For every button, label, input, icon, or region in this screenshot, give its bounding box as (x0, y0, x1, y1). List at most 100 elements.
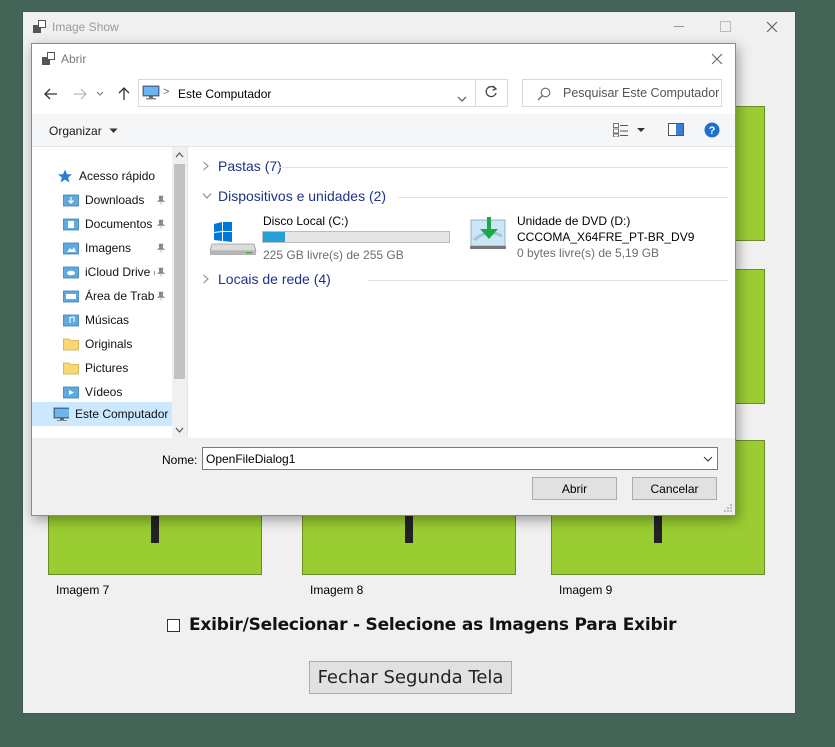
recent-locations-chevron-icon[interactable] (94, 84, 106, 104)
view-options-icon[interactable] (613, 123, 645, 140)
nav-item-label: Imagens (85, 241, 132, 255)
filename-value: OpenFileDialog1 (206, 452, 296, 466)
organize-label: Organizar (49, 124, 102, 138)
group-folders[interactable]: Pastas (7) (202, 157, 282, 175)
nav-item-label: iCloud Drive ( (85, 265, 155, 279)
folder-desktop-icon (63, 290, 79, 303)
nav-item-label: Documentos (85, 217, 153, 231)
drive-c-usage-bar (262, 231, 450, 243)
filename-input[interactable]: OpenFileDialog1 (202, 447, 718, 470)
folder-icloud-icon (63, 266, 79, 279)
expand-chevron-icon (203, 274, 209, 284)
close-icon[interactable] (749, 12, 795, 42)
collapse-chevron-icon (202, 193, 212, 199)
dialog-title: Abrir (61, 52, 87, 66)
scroll-up-icon (175, 152, 184, 158)
nav-item-label: Acesso rápido (79, 169, 156, 183)
group-devices-label: Dispositivos e unidades (2) (218, 188, 387, 204)
folder-documents-icon (63, 218, 79, 231)
image-label-7: Imagem 7 (56, 583, 110, 597)
dvd-drive-icon (470, 217, 506, 249)
drive-d-name: Unidade de DVD (D:) (517, 214, 631, 228)
up-arrow-icon[interactable] (114, 84, 134, 104)
folder-images-icon (63, 242, 79, 255)
search-placeholder: Pesquisar Este Computador (563, 86, 720, 100)
dialog-titlebar: Abrir (32, 44, 735, 74)
search-input[interactable]: Pesquisar Este Computador (522, 79, 722, 107)
group-divider (368, 280, 728, 281)
pin-icon (156, 267, 166, 277)
organize-dropdown-icon (109, 128, 118, 133)
maximize-icon[interactable] (703, 12, 749, 42)
dialog-close-icon[interactable] (705, 48, 729, 70)
refresh-button[interactable] (476, 79, 508, 107)
drive-c[interactable]: Disco Local (C:) 225 GB livre(s) de 255 … (208, 212, 458, 262)
open-file-dialog: Abrir > Este Computador Pesquisar Este C… (31, 43, 736, 516)
computer-icon (53, 407, 69, 421)
svg-text:?: ? (709, 125, 716, 137)
drive-d[interactable]: Unidade de DVD (D:) CCCOMA_X64FRE_PT-BR_… (468, 212, 718, 262)
drive-d-free: 0 bytes livre(s) de 5,19 GB (517, 246, 660, 260)
nav-item-label: Pictures (85, 361, 129, 375)
pin-icon (156, 219, 166, 229)
nav-item-icloud-drive[interactable]: iCloud Drive ( (63, 261, 155, 283)
nav-scroll-thumb[interactable] (174, 164, 185, 379)
nav-item-label: Músicas (85, 313, 130, 327)
select-images-checkbox-label[interactable]: Exibir/Selecionar - Selecione as Imagens… (189, 615, 677, 635)
nav-scrollbar[interactable] (172, 147, 187, 438)
help-icon[interactable]: ? (704, 122, 720, 141)
open-button[interactable]: Abrir (532, 477, 617, 500)
filename-dropdown-chevron-icon (703, 456, 713, 462)
group-divider (398, 197, 728, 198)
nav-item-desktop[interactable]: Área de Traba (63, 285, 155, 307)
select-images-checkbox[interactable] (167, 618, 180, 632)
nav-item-label: Área de Traba (85, 289, 155, 303)
breadcrumb-location[interactable]: Este Computador (178, 87, 271, 101)
navigation-pane: Acesso rápido Downloads Documentos Image… (32, 147, 188, 438)
filename-label: Nome: (162, 453, 198, 467)
drive-c-name: Disco Local (C:) (263, 214, 349, 228)
address-dropdown-chevron-icon[interactable] (457, 91, 467, 105)
group-devices[interactable]: Dispositivos e unidades (2) (202, 187, 386, 205)
group-folders-label: Pastas (7) (218, 158, 282, 174)
group-network[interactable]: Locais de rede (4) (202, 270, 331, 288)
main-titlebar: Image Show (23, 12, 795, 42)
back-arrow-icon[interactable] (41, 84, 61, 104)
cancel-button[interactable]: Cancelar (632, 477, 717, 500)
computer-icon (142, 85, 160, 103)
app-icon (33, 20, 47, 34)
minimize-icon[interactable] (657, 12, 703, 42)
select-images-checkbox-row[interactable]: Exibir/Selecionar - Selecione as Imagens… (167, 615, 677, 635)
folder-videos-icon (63, 386, 79, 399)
group-divider (278, 167, 728, 168)
dialog-bottom-bar: Nome: OpenFileDialog1 Abrir Cancelar (32, 438, 735, 515)
main-window-title: Image Show (52, 20, 119, 34)
preview-pane-icon[interactable] (668, 123, 684, 140)
organize-menu-button[interactable]: Organizar (49, 124, 118, 138)
scroll-down-icon (175, 427, 184, 433)
navigation-row: > Este Computador Pesquisar Este Computa… (32, 74, 735, 114)
pin-icon (156, 195, 166, 205)
close-second-screen-button[interactable]: Fechar Segunda Tela (309, 661, 512, 694)
pin-icon (156, 291, 166, 301)
address-bar[interactable]: > Este Computador (138, 79, 476, 107)
nav-item-label: Originals (85, 337, 133, 351)
search-icon (537, 87, 551, 104)
drive-c-free: 225 GB livre(s) de 255 GB (263, 248, 404, 262)
group-network-label: Locais de rede (4) (218, 271, 331, 287)
folder-yellow-icon (63, 362, 79, 375)
pin-icon (156, 243, 166, 253)
nav-item-label: Vídeos (85, 385, 123, 399)
folder-music-icon (63, 314, 79, 327)
forward-arrow-icon[interactable] (70, 84, 90, 104)
dialog-app-icon (42, 52, 56, 69)
refresh-icon (485, 85, 498, 101)
drive-c-usage-fill (263, 232, 285, 242)
folder-yellow-icon (63, 338, 79, 351)
nav-item-label: Downloads (85, 193, 145, 207)
nav-item-label: Este Computador (75, 407, 169, 421)
nav-item-this-pc[interactable]: Este Computador (53, 403, 171, 425)
image-label-8: Imagem 8 (310, 583, 364, 597)
resize-grip-icon (724, 504, 732, 512)
star-icon (58, 169, 72, 183)
